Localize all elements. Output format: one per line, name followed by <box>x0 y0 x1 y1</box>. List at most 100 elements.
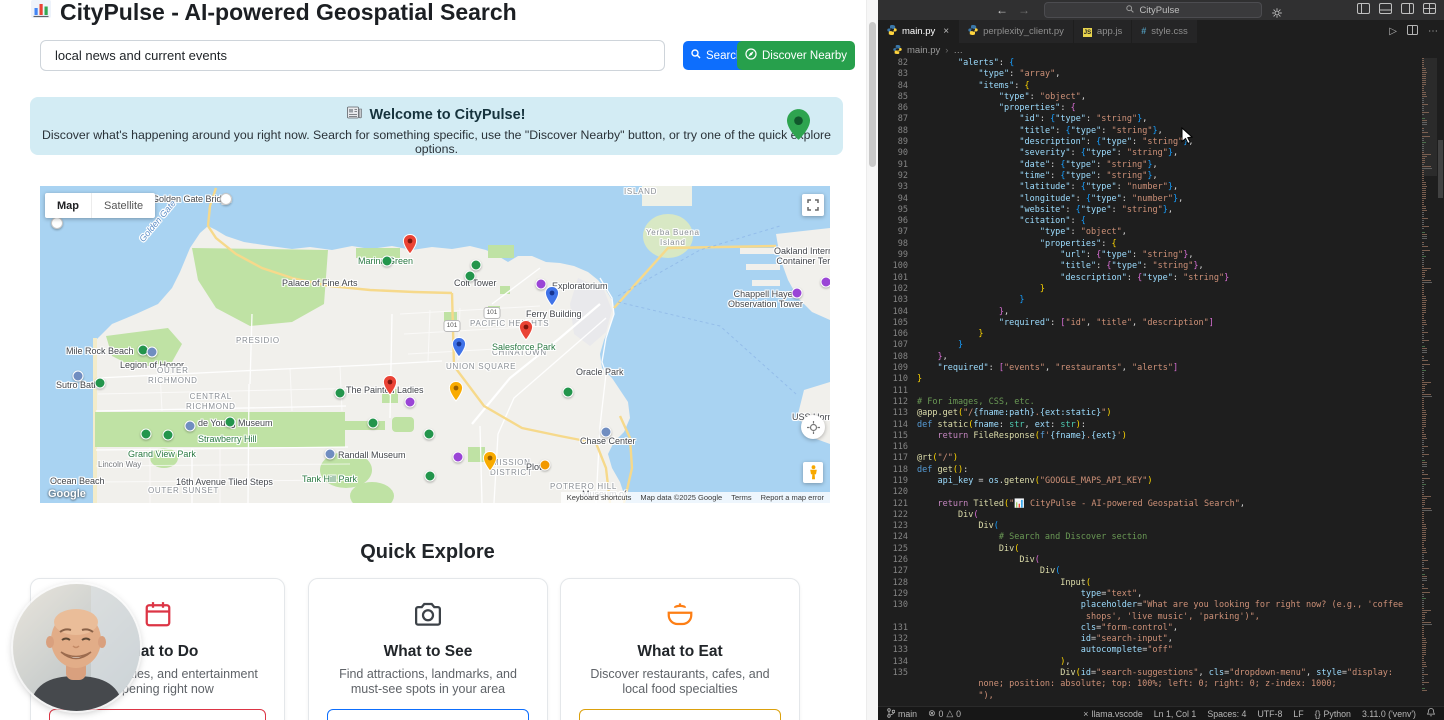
editor-tab-perplexity_client.py[interactable]: perplexity_client.py <box>959 20 1074 43</box>
map-marker-museum-dot[interactable] <box>324 448 336 460</box>
llama-vscode-status[interactable]: × llama.vscode <box>1083 709 1142 719</box>
eol[interactable]: LF <box>1293 709 1303 719</box>
map-marker-museum-dot[interactable] <box>600 426 612 438</box>
breadcrumb[interactable]: main.py › … <box>878 43 1444 58</box>
report-error-link[interactable]: Report a map error <box>761 493 824 502</box>
problems-status[interactable]: ⊗ 0 △ 0 <box>928 708 961 719</box>
toggle-panel-icon[interactable] <box>1379 1 1392 19</box>
map-marker-green-dot[interactable] <box>140 428 152 440</box>
code-line: 114 def static(fname: str, ext: str): <box>892 419 1086 430</box>
map-marker-white-dot[interactable] <box>220 193 232 205</box>
notifications-bell[interactable] <box>1426 708 1436 719</box>
split-editor-icon[interactable] <box>1407 25 1418 38</box>
map-type-map-button[interactable]: Map <box>45 200 91 212</box>
code-line: 113 @app.get("/{fname:path}.{ext:static}"… <box>892 408 1112 419</box>
minimap[interactable] <box>1422 58 1437 707</box>
map-marker-purple-dot[interactable] <box>404 396 416 408</box>
nav-back-icon[interactable]: ← <box>996 3 1008 17</box>
map-marker-purple-dot[interactable] <box>535 278 547 290</box>
editor-tab-app.js[interactable]: JS app.js <box>1074 20 1133 43</box>
map-marker-orange-dot[interactable] <box>539 459 551 471</box>
map-attribution: Keyboard shortcuts Map data ©2025 Google… <box>560 492 830 503</box>
compass-icon <box>745 48 757 63</box>
map-marker-red-pin[interactable] <box>518 319 534 346</box>
indentation[interactable]: Spaces: 4 <box>1207 709 1246 719</box>
run-file-icon[interactable]: ▷ <box>1389 26 1397 37</box>
map-marker-red-pin[interactable] <box>382 374 398 401</box>
code-editor[interactable]: 82 "alerts": {83 "type": "array", 84 "ite… <box>878 58 1422 707</box>
close-tab-icon[interactable]: × <box>943 26 949 37</box>
encoding[interactable]: UTF-8 <box>1257 709 1282 719</box>
map-marker-orange-pin[interactable] <box>482 450 498 477</box>
map-marker-purple-dot[interactable] <box>452 451 464 463</box>
customize-layout-icon[interactable] <box>1423 1 1436 19</box>
map-marker-green-dot[interactable] <box>162 429 174 441</box>
python-interpreter[interactable]: 3.11.0 ('venv') <box>1362 709 1416 719</box>
map-marker-green-dot[interactable] <box>464 270 476 282</box>
code-line: 133 autocomplete="off" <box>892 645 1173 656</box>
toggle-secondary-sidebar-icon[interactable] <box>1401 1 1414 19</box>
terms-link[interactable]: Terms <box>731 493 751 502</box>
status-bar: main ⊗ 0 △ 0 × llama.vscode Ln 1, Col 1 Space… <box>878 706 1444 720</box>
browser-scrollbar[interactable] <box>866 0 878 720</box>
map-marker-green-dot[interactable] <box>470 259 482 271</box>
map-marker-museum-dot[interactable] <box>146 346 158 358</box>
map-marker-green-dot[interactable] <box>224 416 236 428</box>
search-input[interactable] <box>40 40 665 71</box>
map-marker-red-pin[interactable] <box>402 233 418 260</box>
map-marker-green-dot[interactable] <box>334 387 346 399</box>
map-marker-blue-pin[interactable] <box>451 336 467 363</box>
quick-explore-card: What to See Find attractions, landmarks, … <box>308 578 548 720</box>
keyboard-shortcuts-link[interactable]: Keyboard shortcuts <box>567 493 632 502</box>
map-marker-orange-pin[interactable] <box>448 380 464 407</box>
google-map[interactable]: Golden Gate Bridge Golden Gate ISLAND Yerba… <box>40 186 830 503</box>
language-mode[interactable]: {} Python <box>1315 709 1351 719</box>
find-food-button[interactable]: Find Food <box>579 709 781 720</box>
toggle-primary-sidebar-icon[interactable] <box>1357 1 1370 19</box>
page-title: CityPulse - AI-powered Geospatial Search <box>30 0 517 26</box>
map-data-text: Map data ©2025 Google <box>640 493 723 502</box>
code-line: 86 "properties": { <box>897 103 1076 114</box>
gear-icon[interactable] <box>1272 5 1282 23</box>
map-type-satellite-button[interactable]: Satellite <box>91 193 155 218</box>
map-marker-green-dot[interactable] <box>562 386 574 398</box>
cursor-position[interactable]: Ln 1, Col 1 <box>1154 709 1197 719</box>
command-center-search[interactable]: CityPulse <box>1044 2 1262 18</box>
mouse-cursor <box>1181 126 1194 149</box>
map-marker-purple-dot[interactable] <box>791 287 803 299</box>
editor-scrollbar[interactable] <box>1438 140 1443 198</box>
nav-forward-icon[interactable]: → <box>1018 3 1030 17</box>
git-branch-status[interactable]: main <box>887 707 917 720</box>
map-marker-purple-dot[interactable] <box>820 276 830 288</box>
find-attractions-button[interactable]: Find Attractions <box>327 709 529 720</box>
code-line: 105 "required": ["id", "title", "descrip… <box>892 317 1214 328</box>
map-marker-green-dot[interactable] <box>381 255 393 267</box>
map-marker-white-dot[interactable] <box>51 217 63 229</box>
map-marker-green-dot[interactable] <box>367 417 379 429</box>
close-icon: × <box>1083 708 1089 719</box>
fullscreen-button[interactable] <box>802 194 824 216</box>
code-line: 130 placeholder="What are you looking fo… <box>892 600 1404 611</box>
webcam-overlay <box>13 584 140 711</box>
code-line: 115 return FileResponse(f'{fname}.{ext}'… <box>892 430 1127 441</box>
code-line: 118 def get(): <box>892 464 969 475</box>
code-line: 131 cls="form-control", <box>892 622 1179 633</box>
more-actions-icon[interactable]: ⋯ <box>1428 26 1438 37</box>
map-marker-museum-dot[interactable] <box>72 370 84 382</box>
map-marker-green-dot[interactable] <box>423 428 435 440</box>
code-line: 106 } <box>892 329 984 340</box>
quick-explore-card: What to Eat Discover restaurants, cafes, … <box>560 578 800 720</box>
map-marker-blue-pin[interactable] <box>544 285 560 312</box>
google-logo[interactable]: Google <box>48 488 86 500</box>
map-marker-museum-dot[interactable] <box>184 420 196 432</box>
recenter-control[interactable] <box>801 415 825 439</box>
discover-nearby-button[interactable]: Discover Nearby <box>737 41 855 70</box>
editor-tab-style.css[interactable]: # style.css <box>1132 20 1198 43</box>
map-marker-green-dot[interactable] <box>424 470 436 482</box>
editor-actions: ▷ ⋯ <box>1389 20 1438 43</box>
map-marker-green-dot[interactable] <box>94 377 106 389</box>
code-line: 109 "required": ["events", "restaurants"… <box>892 363 1179 374</box>
editor-tab-main.py[interactable]: main.py × <box>878 20 960 43</box>
pegman-street-view[interactable] <box>803 462 823 483</box>
code-line: 120 <box>892 487 908 498</box>
